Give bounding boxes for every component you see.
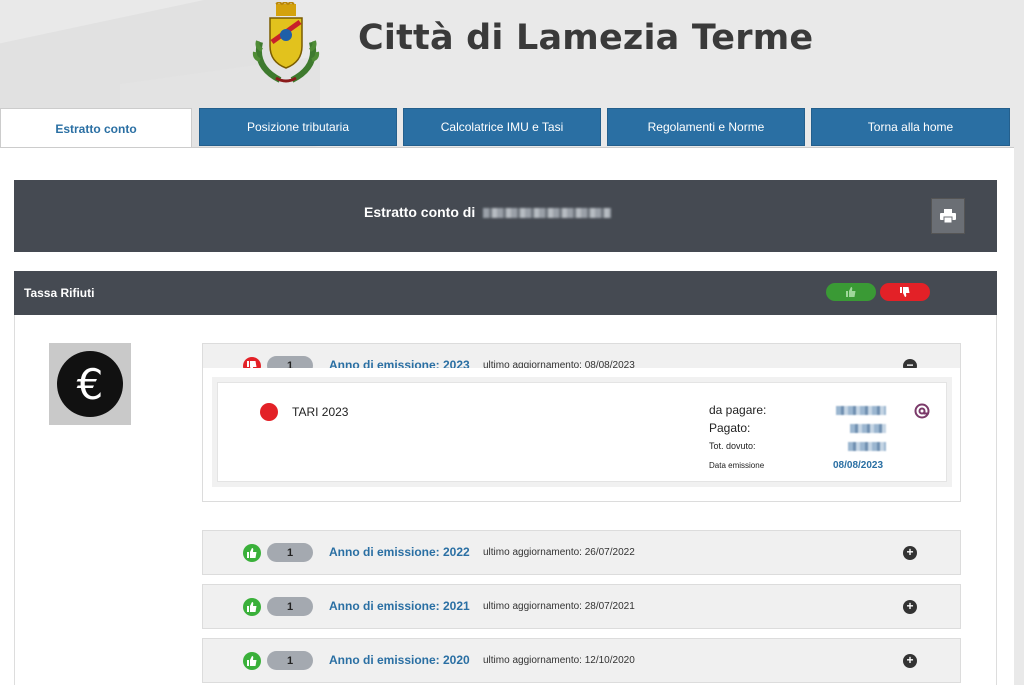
tax-card: TARI 2023 da pagare: Pagato: Tot. dovuto…	[217, 382, 947, 482]
section-header: Tassa Rifiuti	[14, 271, 997, 315]
account-bar: Estratto conto di	[14, 180, 997, 252]
filter-unpaid-button[interactable]	[880, 283, 930, 301]
tax-name: TARI 2023	[292, 405, 349, 419]
tab-estratto-conto[interactable]: Estratto conto	[0, 108, 192, 148]
count-badge: 1	[267, 597, 313, 616]
print-button[interactable]	[931, 198, 965, 234]
year-row-2021[interactable]: 1 Anno di emissione: 2021 ultimo aggiorn…	[202, 584, 961, 629]
redacted-amount	[848, 442, 886, 451]
year-label[interactable]: Anno di emissione: 2020	[329, 653, 470, 667]
redacted-amount	[850, 424, 886, 433]
year-row-2022[interactable]: 1 Anno di emissione: 2022 ultimo aggiorn…	[202, 530, 961, 575]
filter-paid-button[interactable]	[826, 283, 876, 301]
tab-calcolatrice[interactable]: Calcolatrice IMU e Tasi	[403, 108, 601, 146]
section-title: Tassa Rifiuti	[24, 286, 95, 300]
expand-icon[interactable]: +	[903, 600, 917, 614]
redacted-name	[483, 208, 612, 219]
euro-icon: €	[57, 351, 123, 417]
pagopa-icon[interactable]	[914, 403, 930, 419]
main-panel: Estratto conto di Tassa Rifiuti € 1 Anno…	[0, 147, 1014, 685]
site-header: Città di Lamezia Terme	[0, 0, 1024, 108]
account-title: Estratto conto di	[364, 204, 612, 220]
pagato-label: Pagato:	[709, 421, 751, 435]
euro-image: €	[49, 343, 131, 425]
site-title: Città di Lamezia Terme	[358, 18, 814, 58]
expand-icon[interactable]: +	[903, 546, 917, 560]
coat-of-arms-icon	[252, 2, 320, 83]
tot-dovuto-label: Tot. dovuto:	[709, 441, 756, 451]
thumbs-up-icon	[243, 598, 261, 616]
tab-torna-home[interactable]: Torna alla home	[811, 108, 1010, 146]
printer-icon	[940, 209, 956, 223]
thumbs-up-icon	[243, 544, 261, 562]
year-label[interactable]: Anno di emissione: 2021	[329, 599, 470, 613]
data-emissione-label: Data emissione	[709, 461, 765, 470]
redacted-amount	[836, 406, 886, 415]
count-badge: 1	[267, 543, 313, 562]
thumbs-up-icon	[846, 287, 856, 297]
account-title-text: Estratto conto di	[364, 204, 476, 220]
year-label[interactable]: Anno di emissione: 2022	[329, 545, 470, 559]
da-pagare-label: da pagare:	[709, 403, 767, 417]
year-detail-2023: TARI 2023 da pagare: Pagato: Tot. dovuto…	[202, 368, 961, 502]
tab-posizione-tributaria[interactable]: Posizione tributaria	[199, 108, 397, 146]
data-emissione-value: 08/08/2023	[833, 460, 884, 471]
thumbs-up-icon	[243, 652, 261, 670]
unpaid-status-dot	[260, 403, 278, 421]
last-update: ultimo aggiornamento: 26/07/2022	[483, 547, 635, 558]
tab-bar: Estratto conto Posizione tributaria Calc…	[0, 108, 1024, 148]
expand-icon[interactable]: +	[903, 654, 917, 668]
last-update: ultimo aggiornamento: 28/07/2021	[483, 601, 635, 612]
thumbs-down-icon	[900, 287, 910, 297]
tab-regolamenti[interactable]: Regolamenti e Norme	[607, 108, 805, 146]
count-badge: 1	[267, 651, 313, 670]
year-row-2020[interactable]: 1 Anno di emissione: 2020 ultimo aggiorn…	[202, 638, 961, 683]
last-update: ultimo aggiornamento: 12/10/2020	[483, 655, 635, 666]
